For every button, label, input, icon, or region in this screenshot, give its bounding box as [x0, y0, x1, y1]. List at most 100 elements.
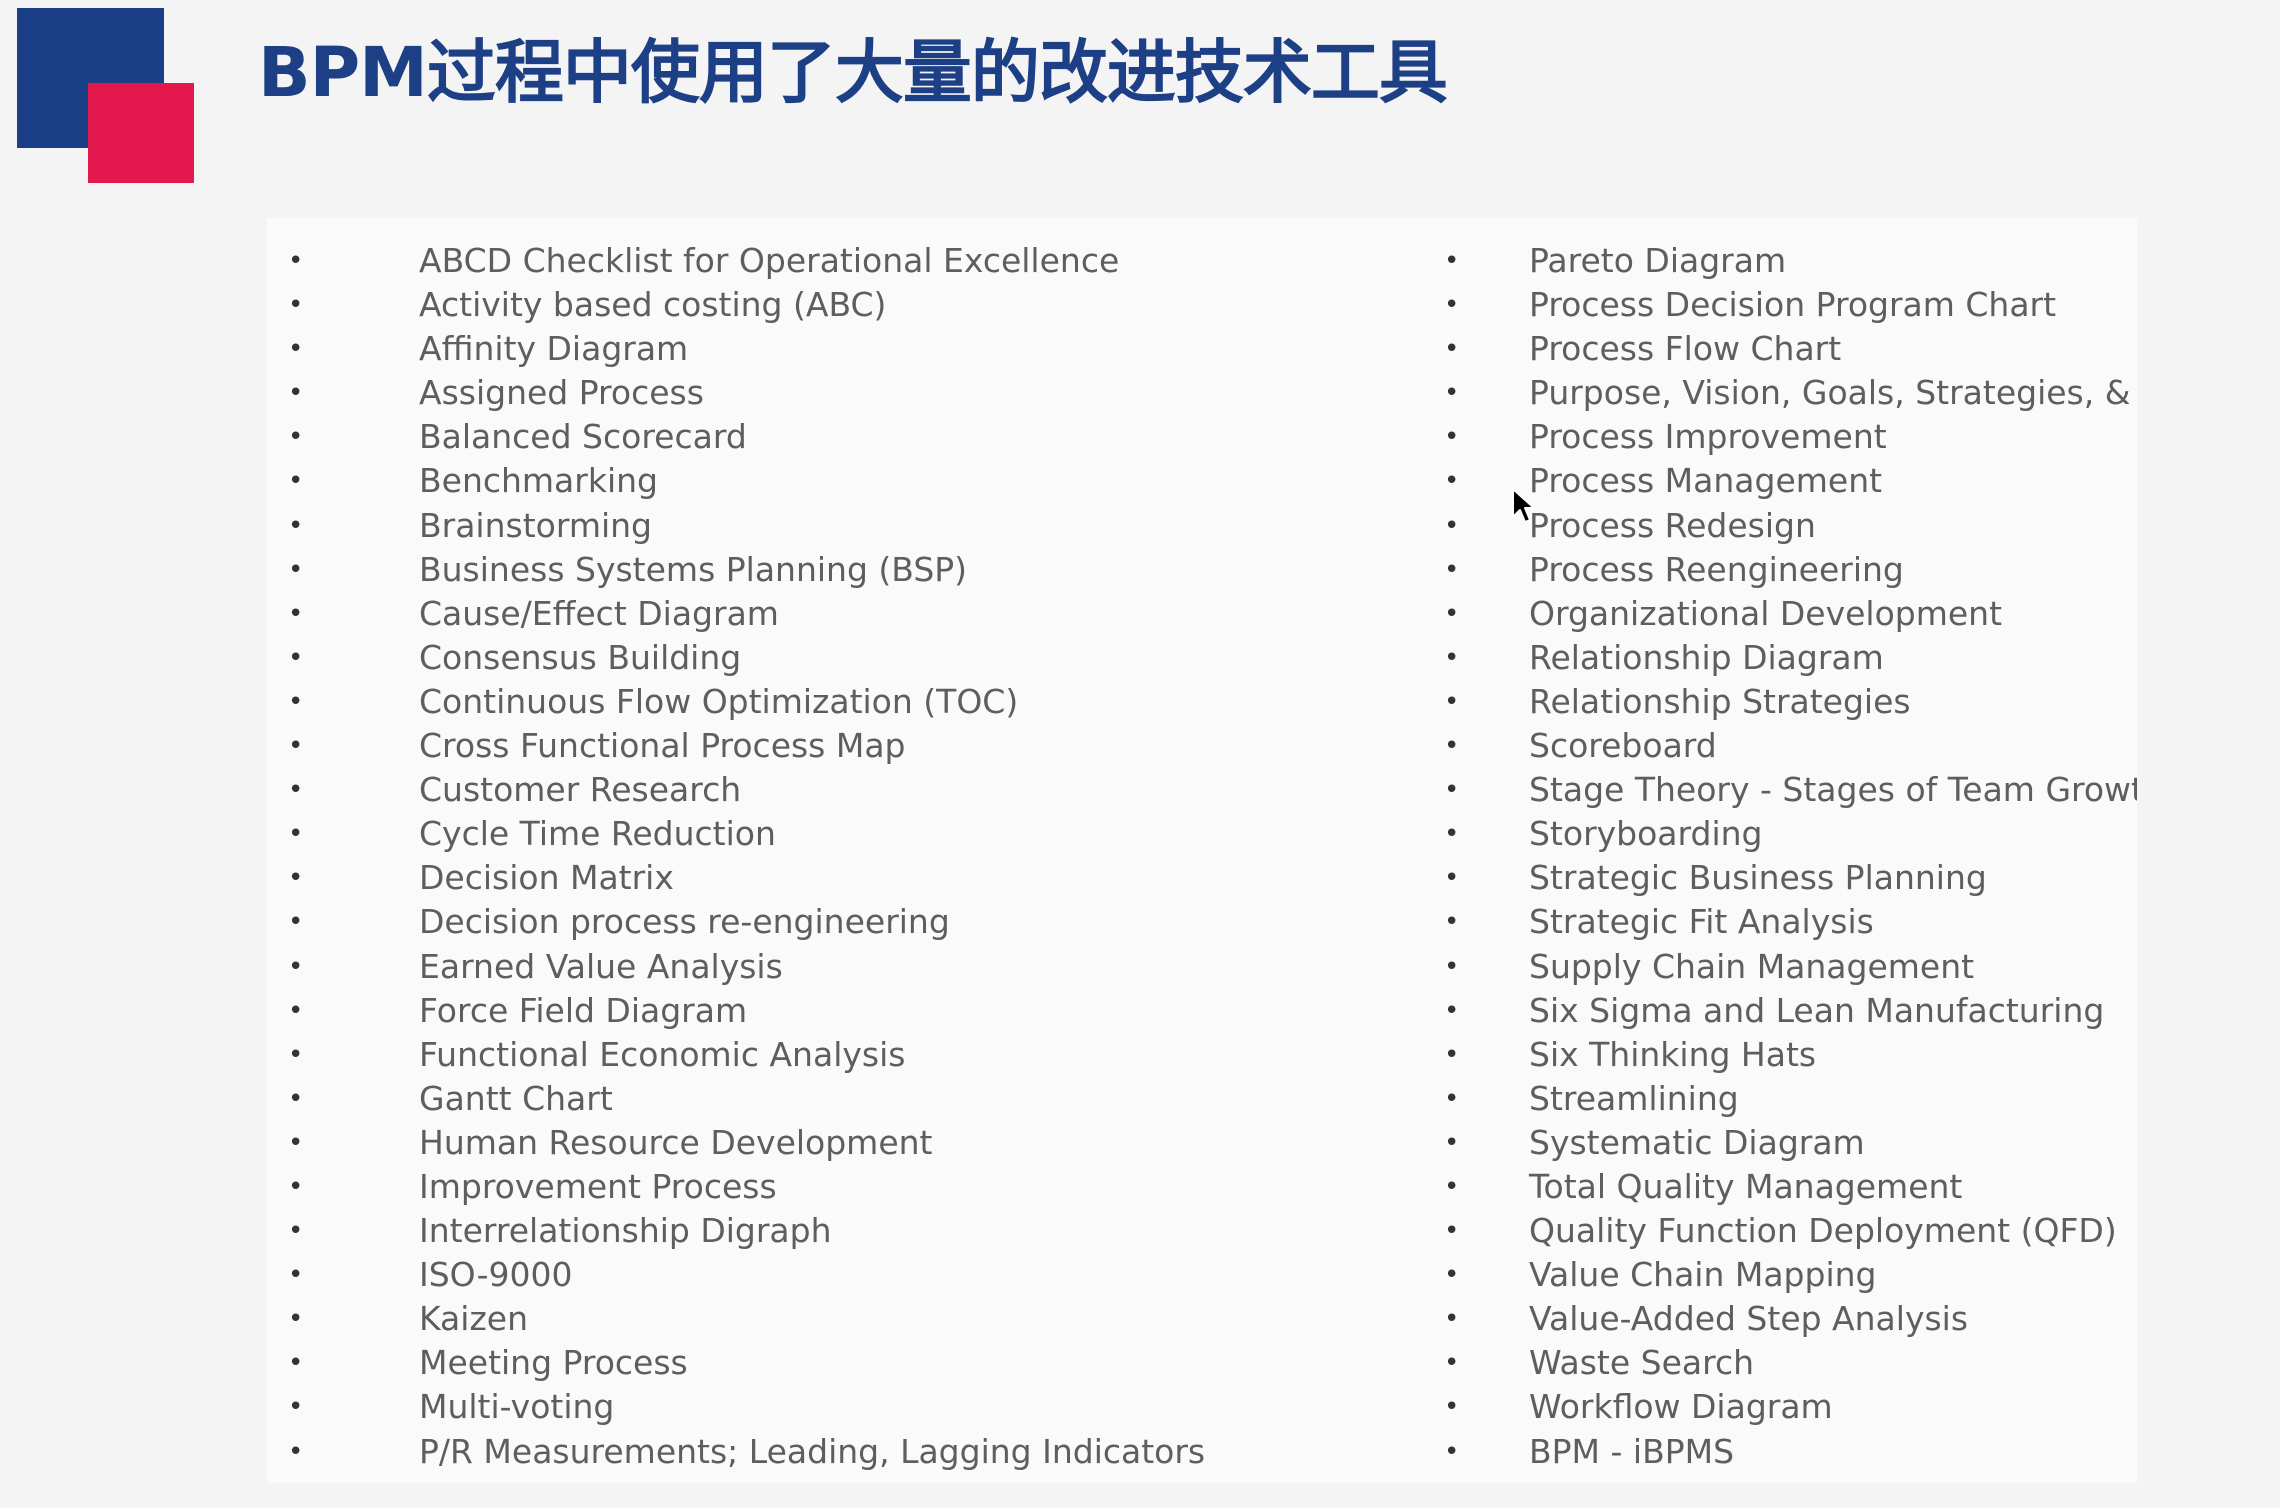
list-item: • Six Thinking Hats	[1437, 1033, 2137, 1077]
list-item: • Cycle Time Reduction	[267, 812, 1417, 856]
list-item-label: Pareto Diagram	[1529, 241, 1787, 280]
list-item: • P/R Measurements; Leading, Lagging Indi…	[267, 1430, 1417, 1474]
list-item-label: Gantt Chart	[419, 1078, 613, 1118]
bullet-icon: •	[288, 907, 304, 938]
list-item: • Streamlining	[1437, 1077, 2137, 1121]
list-item-label: Kaizen	[419, 1299, 528, 1339]
list-item: • Multi-voting	[267, 1385, 1417, 1429]
mouse-cursor-icon	[1512, 488, 1535, 523]
list-item: • Assigned Process	[267, 371, 1417, 415]
slide-title: BPM过程中使用了大量的改进技术工具	[258, 33, 1448, 113]
bullet-icon: •	[1444, 378, 1460, 409]
bullet-icon: •	[288, 1171, 304, 1202]
bullet-icon: •	[1444, 334, 1460, 365]
list-item: • Continuous Flow Optimization (TOC)	[267, 680, 1417, 724]
bullet-icon: •	[1444, 466, 1460, 497]
list-item-label: Relationship Strategies	[1529, 681, 1911, 721]
list-item: • Activity based costing (ABC)	[267, 283, 1417, 327]
bullet-icon: •	[288, 731, 304, 762]
bullet-icon: •	[288, 554, 304, 585]
list-item-label: BPM - iBPMS	[1529, 1431, 1735, 1471]
bullet-icon: •	[1444, 246, 1460, 276]
bullet-icon: •	[288, 1392, 304, 1423]
bullet-icon: •	[1444, 995, 1460, 1026]
list-item-label: Organizational Development	[1529, 593, 2003, 633]
list-item: • Organizational Development	[1437, 592, 2137, 636]
bullet-icon: •	[288, 1216, 304, 1247]
list-item: • Process Reengineering	[1437, 548, 2137, 592]
bullet-icon: •	[1444, 290, 1460, 321]
list-item-label: Six Thinking Hats	[1529, 1034, 1817, 1074]
list-item-label: Customer Research	[419, 770, 742, 810]
list-item: • Supply Chain Management	[1437, 945, 2137, 989]
list-item: • Storyboarding	[1437, 812, 2137, 856]
list-item: • Strategic Business Planning	[1437, 856, 2137, 900]
list-item: • Strategic Fit Analysis	[1437, 900, 2137, 944]
list-item-label: Strategic Fit Analysis	[1529, 902, 1874, 942]
list-item-label: Scoreboard	[1529, 726, 1717, 766]
bullet-icon: •	[288, 1304, 304, 1335]
bullet-icon: •	[288, 466, 304, 497]
list-item-label: Human Resource Development	[419, 1122, 933, 1162]
list-item-label: Value Chain Mapping	[1529, 1255, 1877, 1295]
list-item: • Workflow Diagram	[1437, 1385, 2137, 1429]
left-tools-list: • ABCD Checklist for Operational Excellen…	[267, 239, 1417, 1474]
bullet-icon: •	[288, 775, 304, 806]
list-item: • Quality Function Deployment (QFD)	[1437, 1209, 2137, 1253]
list-item: • Purpose, Vision, Goals, Strategies, & P	[1437, 371, 2137, 415]
list-item-label: Quality Function Deployment (QFD)	[1529, 1211, 2117, 1251]
list-item: • Value Chain Mapping	[1437, 1253, 2137, 1297]
list-item: • Consensus Building	[267, 636, 1417, 680]
bullet-icon: •	[1444, 819, 1460, 850]
bullet-icon: •	[1444, 1083, 1460, 1114]
list-item-label: Six Sigma and Lean Manufacturing	[1529, 990, 2105, 1030]
list-item: • Balanced Scorecard	[267, 415, 1417, 459]
list-item: • Benchmarking	[267, 459, 1417, 503]
list-item-label: Cycle Time Reduction	[419, 814, 776, 854]
list-item-label: Brainstorming	[419, 505, 652, 545]
list-item-label: Process Redesign	[1529, 505, 1816, 545]
list-item-label: Value-Added Step Analysis	[1529, 1299, 1969, 1339]
bullet-icon: •	[1444, 1171, 1460, 1202]
list-item-label: Interrelationship Digraph	[419, 1211, 832, 1251]
list-item: • Decision Matrix	[267, 856, 1417, 900]
bullet-icon: •	[1444, 598, 1460, 629]
list-item: • Relationship Strategies	[1437, 680, 2137, 724]
bullet-icon: •	[1444, 863, 1460, 894]
list-item-label: Decision process re-engineering	[419, 902, 950, 942]
list-item-label: Force Field Diagram	[419, 990, 748, 1030]
list-item-label: Meeting Process	[419, 1343, 688, 1383]
list-item: • BPM - iBPMS	[1437, 1430, 2137, 1474]
list-item-label: Storyboarding	[1529, 814, 1763, 854]
list-item: • Affinity Diagram	[267, 327, 1417, 371]
list-item-label: P/R Measurements; Leading, Lagging Indic…	[419, 1431, 1206, 1471]
bullet-icon: •	[1444, 1039, 1460, 1070]
list-item: • Meeting Process	[267, 1341, 1417, 1385]
bullet-icon: •	[288, 1083, 304, 1114]
list-item-label: Supply Chain Management	[1529, 946, 1975, 986]
list-item: • Earned Value Analysis	[267, 945, 1417, 989]
list-item: • Process Flow Chart	[1437, 327, 2137, 371]
list-item: • Force Field Diagram	[267, 989, 1417, 1033]
bullet-icon: •	[288, 422, 304, 453]
list-item-label: Streamlining	[1529, 1078, 1739, 1118]
bullet-icon: •	[288, 819, 304, 850]
bullet-icon: •	[288, 510, 304, 541]
list-item-label: ISO-9000	[419, 1255, 573, 1295]
list-item: • Gantt Chart	[267, 1077, 1417, 1121]
list-item: • Stage Theory - Stages of Team Growth	[1437, 768, 2137, 812]
list-item: • ABCD Checklist for Operational Excellen…	[267, 239, 1417, 283]
list-item: • Kaizen	[267, 1297, 1417, 1341]
bullet-icon: •	[288, 642, 304, 673]
bullet-icon: •	[288, 246, 304, 276]
list-item: • Six Sigma and Lean Manufacturing	[1437, 989, 2137, 1033]
bullet-icon: •	[288, 995, 304, 1026]
list-item-label: Functional Economic Analysis	[419, 1034, 906, 1074]
list-item-label: Total Quality Management	[1529, 1166, 1963, 1206]
list-item-label: Process Reengineering	[1529, 549, 1904, 589]
list-item: • Decision process re-engineering	[267, 900, 1417, 944]
list-item-label: Consensus Building	[419, 637, 742, 677]
bullet-icon: •	[1444, 731, 1460, 762]
list-item-label: Relationship Diagram	[1529, 637, 1884, 677]
list-item-label: Decision Matrix	[419, 858, 674, 898]
